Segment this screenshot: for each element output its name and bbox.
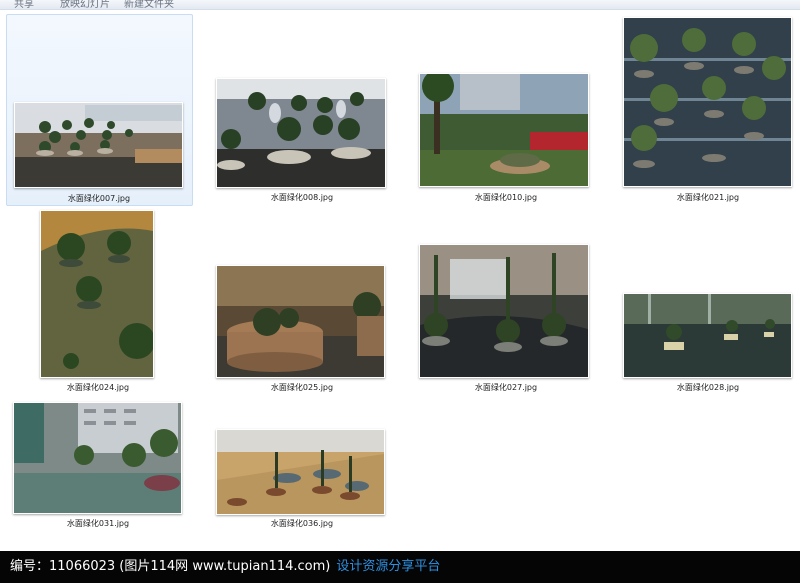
watermark-footer: 编号：11066023 (图片114网 www.tupian114.com) 设计… <box>0 551 800 583</box>
file-name-label: 水面绿化025.jpg <box>270 383 334 392</box>
toolbar-slideshow-button[interactable]: 放映幻灯片 <box>60 0 110 9</box>
file-tile[interactable]: 水面绿化028.jpg <box>618 210 798 400</box>
explorer-toolbar: 共享 放映幻灯片 新建文件夹 <box>0 0 800 10</box>
file-name-label: 水面绿化008.jpg <box>270 193 334 202</box>
toolbar-new-folder-button[interactable]: 新建文件夹 <box>124 0 174 9</box>
file-tile[interactable]: 水面绿化036.jpg <box>210 402 395 542</box>
thumbnail-image <box>419 73 589 187</box>
file-name-label: 水面绿化028.jpg <box>676 383 740 392</box>
thumbnail-image <box>40 210 154 378</box>
file-name-label: 水面绿化036.jpg <box>270 519 334 528</box>
footer-slogan-link[interactable]: 设计资源分享平台 <box>330 559 440 574</box>
thumbnail-image <box>216 265 385 378</box>
file-thumbnail-grid: 水面绿化007.jpg 水面绿化008.jpg 水面绿化010.jpg 水面绿化… <box>0 10 800 550</box>
file-name-label: 水面绿化027.jpg <box>474 383 538 392</box>
file-tile[interactable]: 水面绿化025.jpg <box>210 210 395 400</box>
file-name-label: 水面绿化031.jpg <box>66 519 130 528</box>
file-name-label: 水面绿化010.jpg <box>474 193 538 202</box>
thumbnail-image <box>216 429 385 515</box>
thumbnail-image <box>14 102 183 188</box>
thumbnail-image <box>623 293 792 378</box>
file-name-label: 水面绿化007.jpg <box>67 194 131 203</box>
file-tile[interactable]: 水面绿化007.jpg <box>6 14 193 206</box>
thumbnail-image <box>623 17 792 187</box>
file-tile[interactable]: 水面绿化027.jpg <box>414 210 599 400</box>
footer-credit-text: 编号：11066023 (图片114网 www.tupian114.com) <box>10 559 331 574</box>
thumbnail-image <box>216 78 386 188</box>
file-tile[interactable]: 水面绿化010.jpg <box>414 14 599 204</box>
file-tile[interactable]: 水面绿化024.jpg <box>6 210 191 400</box>
file-tile[interactable]: 水面绿化031.jpg <box>6 402 191 542</box>
file-tile[interactable]: 水面绿化008.jpg <box>210 14 395 204</box>
file-name-label: 水面绿化021.jpg <box>676 193 740 202</box>
file-name-label: 水面绿化024.jpg <box>66 383 130 392</box>
thumbnail-image <box>419 244 589 378</box>
toolbar-share-button[interactable]: 共享 <box>14 0 34 9</box>
thumbnail-image <box>13 402 182 514</box>
file-tile[interactable]: 水面绿化021.jpg <box>618 14 798 204</box>
